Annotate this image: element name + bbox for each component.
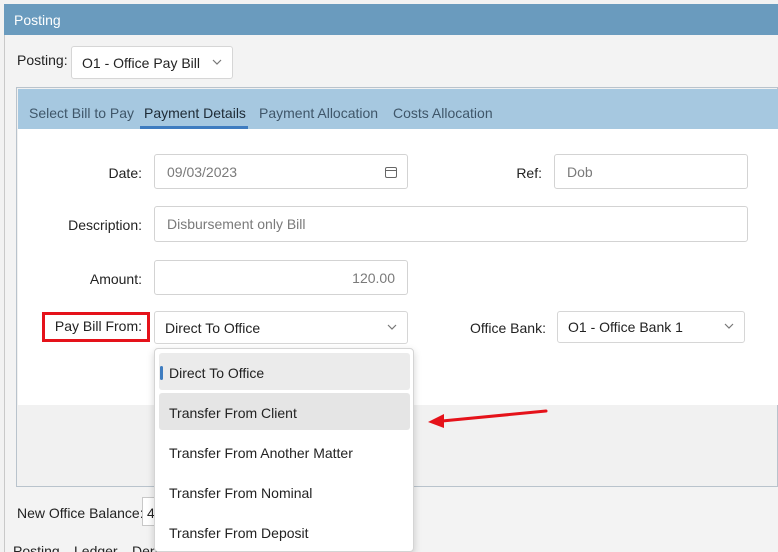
option-label: Transfer From Another Matter [169,445,353,461]
option-direct-to-office[interactable]: Direct To Office [159,353,410,390]
pay-bill-from-dropdown: Direct To Office Transfer From Client Tr… [154,348,414,552]
tab-bar: Select Bill to Pay Payment Details Payme… [18,89,778,129]
chevron-down-icon [724,323,734,329]
pay-bill-from-value: Direct To Office [165,319,261,336]
chevron-down-icon [387,324,397,330]
highlight-box [42,312,150,342]
option-label: Direct To Office [169,365,265,381]
date-value: 09/03/2023 [167,163,238,180]
tab-payment-allocation[interactable]: Payment Allocation [259,105,378,121]
date-label: Date: [108,165,142,181]
option-label: Transfer From Nominal [169,485,313,501]
option-label: Transfer From Deposit [169,525,309,541]
tab-payment-details[interactable]: Payment Details [144,105,246,121]
posting-label: Posting: [17,52,68,68]
pay-bill-from-select[interactable]: Direct To Office [154,311,408,344]
calendar-icon[interactable] [385,166,397,178]
tab-select-bill-to-pay[interactable]: Select Bill to Pay [29,105,134,121]
ref-label: Ref: [516,165,542,181]
tab-costs-allocation[interactable]: Costs Allocation [393,105,493,121]
option-transfer-from-client[interactable]: Transfer From Client [159,393,410,430]
description-label: Description: [68,217,142,233]
amount-value: 120.00 [352,269,395,286]
office-bank-select[interactable]: O1 - Office Bank 1 [557,311,745,343]
chevron-down-icon [212,59,222,65]
amount-label: Amount: [89,271,142,287]
office-bank-label: Office Bank: [469,320,546,336]
ref-field[interactable]: Dob [554,154,748,189]
window-title-bar: Posting [4,4,778,35]
red-arrow-annotation [428,409,548,428]
selected-indicator [160,366,163,380]
bottom-tab-posting[interactable]: Posting [13,543,60,552]
description-field[interactable]: Disbursement only Bill [154,206,748,242]
option-transfer-from-another-matter[interactable]: Transfer From Another Matter [159,433,410,470]
bottom-tab-ledger[interactable]: Ledger [74,543,118,552]
amount-field[interactable]: 120.00 [154,260,408,295]
option-label: Transfer From Client [169,405,297,421]
option-transfer-from-nominal[interactable]: Transfer From Nominal [159,473,410,510]
option-transfer-from-deposit[interactable]: Transfer From Deposit [159,513,410,550]
ref-value: Dob [567,163,593,180]
new-office-balance-label: New Office Balance: [17,505,144,521]
posting-type-select[interactable]: O1 - Office Pay Bill [71,46,233,79]
description-value: Disbursement only Bill [167,216,306,232]
posting-type-value: O1 - Office Pay Bill [82,54,201,71]
date-field[interactable]: 09/03/2023 [154,154,408,189]
window-title: Posting [14,12,61,28]
office-bank-value: O1 - Office Bank 1 [568,319,683,335]
